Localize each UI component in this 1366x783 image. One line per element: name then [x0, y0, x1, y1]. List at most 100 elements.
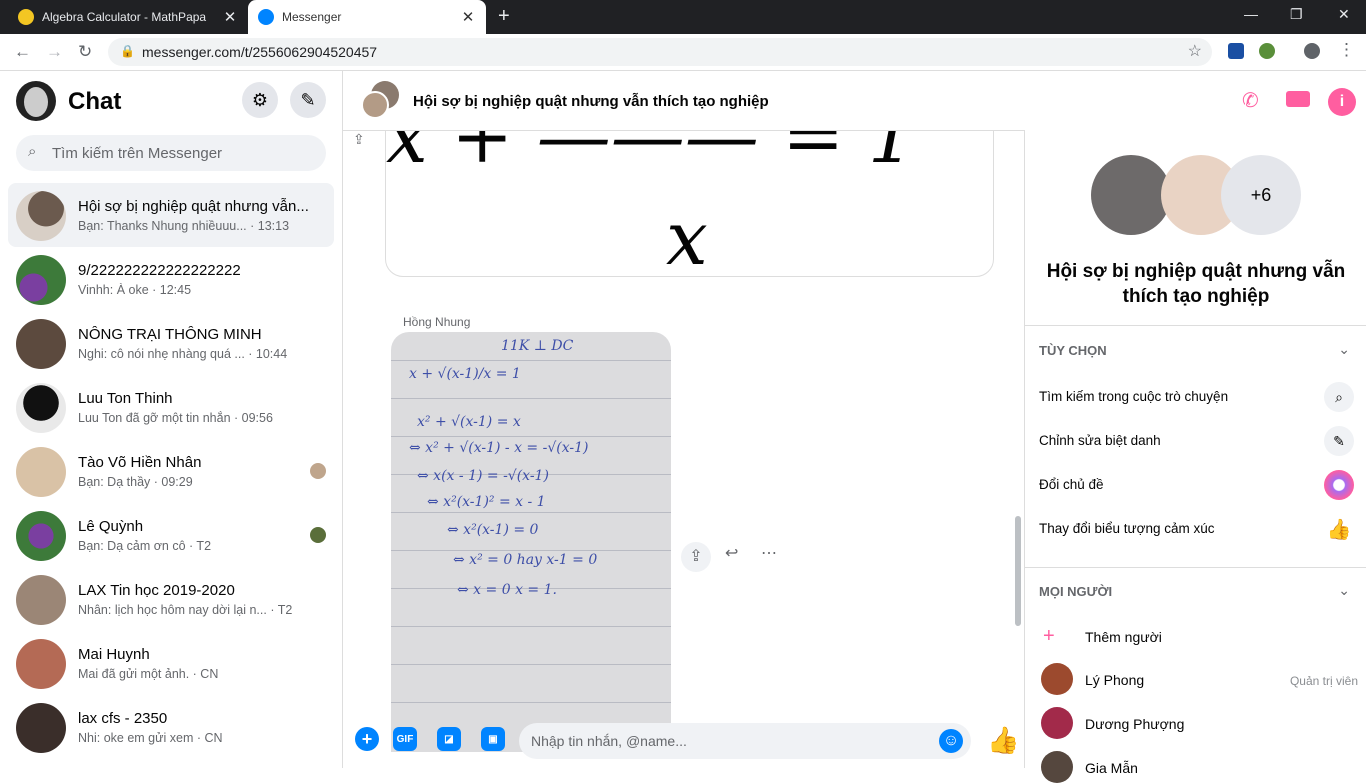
- member-avatar: [1041, 751, 1073, 783]
- people-header[interactable]: MỌI NGƯỜI: [1039, 584, 1112, 599]
- chevron-down-icon[interactable]: ⌄: [1338, 582, 1350, 599]
- share-icon[interactable]: ⇪: [353, 131, 365, 148]
- pencil-icon[interactable]: ✎: [1324, 426, 1354, 456]
- conversation-item[interactable]: NÔNG TRẠI THÔNG MINH Nghi: cô nói nhẹ nh…: [8, 311, 334, 375]
- url-field[interactable]: 🔒 messenger.com/t/2556062904520457 ☆: [108, 38, 1212, 66]
- chevron-down-icon[interactable]: ⌄: [1338, 341, 1350, 358]
- back-icon[interactable]: ←: [14, 42, 31, 62]
- contact-avatar: [16, 447, 66, 497]
- paper-line: [391, 436, 671, 437]
- reload-icon[interactable]: ↻: [78, 42, 92, 62]
- tab-messenger[interactable]: Messenger ✕: [248, 0, 486, 34]
- bookmark-star-icon[interactable]: ☆: [1188, 41, 1202, 61]
- phone-call-icon[interactable]: ✆: [1242, 88, 1259, 113]
- member-avatar: [1041, 663, 1073, 695]
- mathpapa-favicon-icon: [18, 9, 34, 25]
- member-name[interactable]: Gia Mẫn: [1085, 760, 1138, 776]
- browser-tab-bar: Algebra Calculator - MathPapa ✕ Messenge…: [0, 0, 1366, 34]
- tab-mathpapa[interactable]: Algebra Calculator - MathPapa ✕: [8, 0, 248, 34]
- handwriting-line: x² + √(x-1) = x: [417, 414, 521, 430]
- my-avatar[interactable]: [16, 81, 56, 121]
- conversation-name: 9/222222222222222222: [78, 262, 241, 279]
- conversation-name: Mai Huynh: [78, 646, 150, 663]
- like-button[interactable]: 👍: [987, 725, 1019, 756]
- group-avatar: [16, 575, 66, 625]
- math-equation-top: x + ——— = 1: [386, 129, 915, 180]
- conversation-item[interactable]: LAX Tin học 2019-2020 Nhân: lịch học hôm…: [8, 567, 334, 631]
- member-name[interactable]: Lý Phong: [1085, 672, 1144, 688]
- handwriting-line: ⇔ x²(x-1)² = x - 1: [427, 494, 546, 510]
- emoji-icon[interactable]: ☺: [939, 729, 963, 753]
- sidebar-title: Chat: [68, 88, 122, 115]
- maximize-icon[interactable]: ❐: [1290, 6, 1303, 23]
- conversation-item[interactable]: Luu Ton Thinh Luu Ton đã gỡ một tin nhắn…: [8, 375, 334, 439]
- extension-globe-icon[interactable]: [1259, 43, 1275, 59]
- conversation-item[interactable]: Lê Quỳnh Bạn: Dạ cảm ơn cô · T2: [8, 503, 334, 567]
- profile-icon[interactable]: [1304, 43, 1320, 59]
- conversation-name: Tào Võ Hiền Nhân: [78, 454, 202, 471]
- paper-line: [391, 398, 671, 399]
- conversation-item[interactable]: lax cfs - 2350 Nhi: oke em gửi xem · CN: [8, 695, 334, 759]
- conversation-preview: Bạn: Dạ cảm ơn cô · T2: [78, 539, 212, 553]
- search-icon[interactable]: ⌕: [1324, 382, 1354, 412]
- shared-image-math[interactable]: x + ——— = 1 x: [385, 129, 994, 277]
- add-attachment-icon[interactable]: +: [355, 727, 379, 751]
- option-change-theme[interactable]: Đổi chủ đề: [1039, 477, 1104, 492]
- close-window-icon[interactable]: ✕: [1338, 6, 1350, 23]
- add-people-label[interactable]: Thêm người: [1085, 629, 1162, 645]
- new-message-icon[interactable]: ✎: [290, 82, 326, 118]
- seen-avatar: [310, 527, 326, 543]
- more-options-icon[interactable]: ⋯: [761, 543, 777, 563]
- math-equation-denominator: x: [666, 196, 708, 277]
- new-tab-button[interactable]: +: [498, 5, 510, 28]
- share-message-icon[interactable]: ⇪: [681, 542, 711, 572]
- option-edit-nickname[interactable]: Chỉnh sửa biệt danh: [1039, 433, 1161, 448]
- conversation-preview: Mai đã gửi một ảnh. · CN: [78, 667, 219, 681]
- conversation-item[interactable]: Tào Võ Hiền Nhân Bạn: Dạ thầy · 09:29: [8, 439, 334, 503]
- conversation-preview: Nhân: lịch học hôm nay dời lại n... · T2: [78, 603, 293, 617]
- member-photo: [1091, 155, 1171, 235]
- close-tab-icon[interactable]: ✕: [460, 8, 476, 26]
- add-people-icon[interactable]: +: [1043, 625, 1055, 648]
- contact-avatar: [16, 639, 66, 689]
- sticker-icon[interactable]: ◪: [437, 727, 461, 751]
- theme-icon[interactable]: [1324, 470, 1354, 500]
- search-input[interactable]: ⌕ Tìm kiếm trên Messenger: [16, 135, 326, 171]
- extra-members-count[interactable]: +6: [1221, 155, 1301, 235]
- conversation-item[interactable]: Mai Huynh Mai đã gửi một ảnh. · CN: [8, 631, 334, 695]
- option-change-emoji[interactable]: Thay đổi biểu tượng cảm xúc: [1039, 521, 1214, 536]
- chat-scrollbar[interactable]: [1015, 516, 1021, 626]
- settings-gear-icon[interactable]: ⚙: [242, 82, 278, 118]
- divider: [1025, 567, 1366, 568]
- conversation-name: NÔNG TRẠI THÔNG MINH: [78, 326, 262, 343]
- member-name[interactable]: Dương Phượng: [1085, 716, 1184, 732]
- chat-title: Hội sợ bị nghiệp quật nhưng vẫn thích tạ…: [413, 93, 769, 110]
- contact-avatar: [16, 383, 66, 433]
- chat-panel: x + ——— = 1 x ⇪ Hồng Nhung 11K ⊥ DC x + …: [343, 71, 1025, 768]
- group-avatar: [16, 319, 66, 369]
- like-icon[interactable]: 👍: [1324, 514, 1354, 544]
- extension-icon[interactable]: [1228, 43, 1244, 59]
- photo-icon[interactable]: ▣: [481, 727, 505, 751]
- video-call-icon[interactable]: [1286, 91, 1310, 107]
- browser-menu-icon[interactable]: ⋮: [1338, 40, 1355, 60]
- chat-header: Hội sợ bị nghiệp quật nhưng vẫn thích tạ…: [343, 71, 1025, 131]
- conversation-item[interactable]: Hội sợ bị nghiệp quật nhưng vẫn... Bạn: …: [8, 183, 334, 247]
- conversation-item[interactable]: 9/222222222222222222 Vinhh: À oke · 12:4…: [8, 247, 334, 311]
- message-input[interactable]: Nhập tin nhắn, @name... ☺: [519, 723, 971, 759]
- conversation-info-icon[interactable]: i: [1328, 88, 1356, 116]
- handwritten-photo[interactable]: 11K ⊥ DC x + √(x-1)/x = 1 x² + √(x-1) = …: [391, 332, 671, 752]
- reply-icon[interactable]: ↩: [725, 543, 738, 563]
- address-bar-row: ← → ↻ 🔒 messenger.com/t/2556062904520457…: [0, 34, 1366, 71]
- gif-button[interactable]: GIF: [393, 727, 417, 751]
- chat-sidebar: Chat ⚙ ✎ ⌕ Tìm kiếm trên Messenger Hội s…: [0, 71, 343, 768]
- message-placeholder: Nhập tin nhắn, @name...: [531, 733, 687, 749]
- close-tab-icon[interactable]: ✕: [222, 8, 238, 26]
- forward-icon[interactable]: →: [46, 42, 63, 62]
- member-role: Quản trị viên: [1289, 674, 1358, 688]
- options-header[interactable]: TÙY CHỌN: [1039, 343, 1107, 358]
- handwriting-line: ⇔ x(x - 1) = -√(x-1): [417, 468, 549, 484]
- option-search-conversation[interactable]: Tìm kiếm trong cuộc trò chuyện: [1039, 389, 1228, 404]
- minimize-icon[interactable]: —: [1244, 6, 1258, 22]
- handwriting-line: ⇔ x = 0 x = 1.: [457, 582, 557, 598]
